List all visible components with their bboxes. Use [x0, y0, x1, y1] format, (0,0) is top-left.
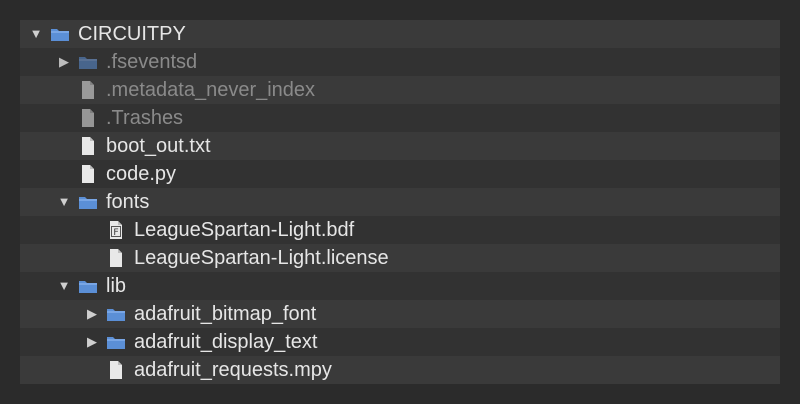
- tree-row-trashes[interactable]: .Trashes: [20, 104, 780, 132]
- tree-row-leaguespartan-light-bdf[interactable]: F LeagueSpartan-Light.bdf: [20, 216, 780, 244]
- collapse-arrow-icon[interactable]: ▶: [85, 328, 99, 356]
- tree-row-code-py[interactable]: code.py: [20, 160, 780, 188]
- file-icon: [106, 244, 126, 272]
- tree-label: code.py: [106, 163, 177, 185]
- tree-row-fonts[interactable]: ▼ fonts: [20, 188, 780, 216]
- tree-label: .metadata_never_index: [106, 79, 316, 101]
- tree-row-lib[interactable]: ▼ lib: [20, 272, 780, 300]
- tree-label: adafruit_bitmap_font: [134, 303, 317, 325]
- expand-arrow-icon[interactable]: ▼: [57, 272, 71, 300]
- tree-label: adafruit_display_text: [134, 331, 318, 353]
- file-icon: [78, 104, 98, 132]
- expand-arrow-icon[interactable]: ▼: [57, 188, 71, 216]
- folder-icon: [106, 328, 126, 356]
- tree-label: adafruit_requests.mpy: [134, 359, 332, 381]
- folder-icon: [50, 20, 70, 48]
- tree-row-adafruit-display-text[interactable]: ▶ adafruit_display_text: [20, 328, 780, 356]
- tree-row-adafruit-bitmap-font[interactable]: ▶ adafruit_bitmap_font: [20, 300, 780, 328]
- file-icon: [106, 356, 126, 384]
- tree-row-metadata-never-index[interactable]: .metadata_never_index: [20, 76, 780, 104]
- folder-icon: [78, 272, 98, 300]
- tree-label: CIRCUITPY: [78, 23, 186, 45]
- folder-icon: [78, 188, 98, 216]
- file-icon: [78, 132, 98, 160]
- tree-row-leaguespartan-light-license[interactable]: LeagueSpartan-Light.license: [20, 244, 780, 272]
- folder-icon: [106, 300, 126, 328]
- font-badge: F: [113, 228, 118, 238]
- tree-row-circuitpy[interactable]: ▼ CIRCUITPY: [20, 20, 780, 48]
- collapse-arrow-icon[interactable]: ▶: [85, 300, 99, 328]
- tree-label: lib: [106, 275, 127, 297]
- folder-icon: [78, 48, 98, 76]
- tree-label: .fseventsd: [106, 51, 198, 73]
- tree-label: LeagueSpartan-Light.bdf: [134, 219, 355, 241]
- file-icon: [78, 160, 98, 188]
- file-icon: [78, 76, 98, 104]
- expand-arrow-icon[interactable]: ▼: [29, 20, 43, 48]
- tree-label: fonts: [106, 191, 150, 213]
- collapse-arrow-icon[interactable]: ▶: [57, 48, 71, 76]
- font-file-icon: F: [106, 216, 126, 244]
- file-tree: ▼ CIRCUITPY ▶ .fseventsd .metadata_never…: [20, 20, 780, 384]
- tree-row-adafruit-requests-mpy[interactable]: adafruit_requests.mpy: [20, 356, 780, 384]
- tree-label: .Trashes: [106, 107, 184, 129]
- tree-label: LeagueSpartan-Light.license: [134, 247, 389, 269]
- tree-label: boot_out.txt: [106, 135, 211, 157]
- tree-row-fseventsd[interactable]: ▶ .fseventsd: [20, 48, 780, 76]
- tree-row-boot-out-txt[interactable]: boot_out.txt: [20, 132, 780, 160]
